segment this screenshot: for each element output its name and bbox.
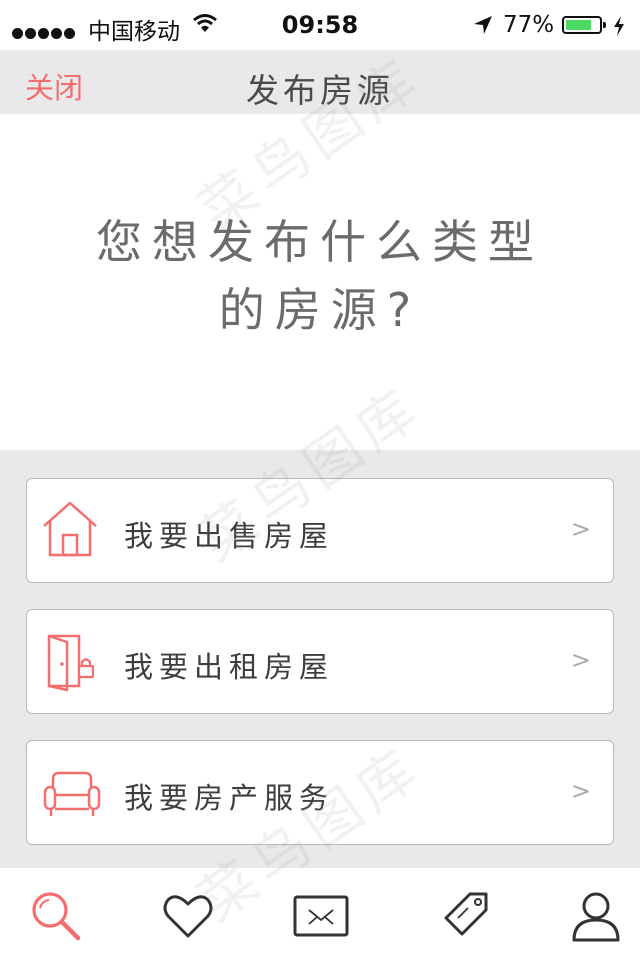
property-service-option[interactable]: 我要房产服务 > — [26, 740, 614, 845]
chevron-right-icon: > — [570, 777, 591, 805]
location-arrow-icon — [472, 14, 494, 42]
sofa-icon — [41, 761, 101, 823]
tab-messages[interactable] — [293, 888, 349, 944]
question-panel: 您想发布什么类型 的房源? — [0, 114, 640, 450]
rent-house-option[interactable]: 我要出租房屋 > — [26, 609, 614, 714]
chevron-right-icon: > — [570, 515, 591, 543]
nav-bar: 关闭 发布房源 — [0, 50, 640, 114]
battery-icon — [562, 16, 606, 34]
heart-icon — [163, 895, 213, 938]
mail-icon — [293, 895, 349, 937]
tab-deals[interactable] — [440, 888, 496, 944]
option-label: 我要出租房屋 — [124, 650, 335, 684]
tab-favorites[interactable] — [160, 888, 216, 944]
question-line-1: 您想发布什么类型 — [96, 215, 544, 269]
sell-house-option[interactable]: 我要出售房屋 > — [26, 478, 614, 583]
tab-bar — [0, 868, 640, 960]
house-icon — [41, 499, 99, 561]
tab-profile[interactable] — [568, 888, 624, 944]
question-line-2: 的房源? — [218, 283, 422, 337]
option-label: 我要房产服务 — [124, 781, 335, 815]
battery-fill — [566, 20, 591, 30]
tag-icon — [444, 892, 488, 936]
charging-bolt-icon — [612, 15, 626, 43]
door-lock-icon — [41, 630, 99, 692]
user-icon — [572, 892, 620, 942]
status-bar: 中国移动 09:58 77% — [0, 0, 640, 50]
option-label: 我要出售房屋 — [124, 519, 335, 553]
tab-search[interactable] — [28, 888, 84, 944]
chevron-right-icon: > — [570, 646, 591, 674]
battery-percent: 77% — [503, 12, 555, 38]
option-list: 我要出售房屋 > 我要出租房屋 > 我要房产服务 > — [0, 450, 640, 868]
search-icon — [32, 892, 81, 941]
page-title: 发布房源 — [246, 71, 394, 110]
